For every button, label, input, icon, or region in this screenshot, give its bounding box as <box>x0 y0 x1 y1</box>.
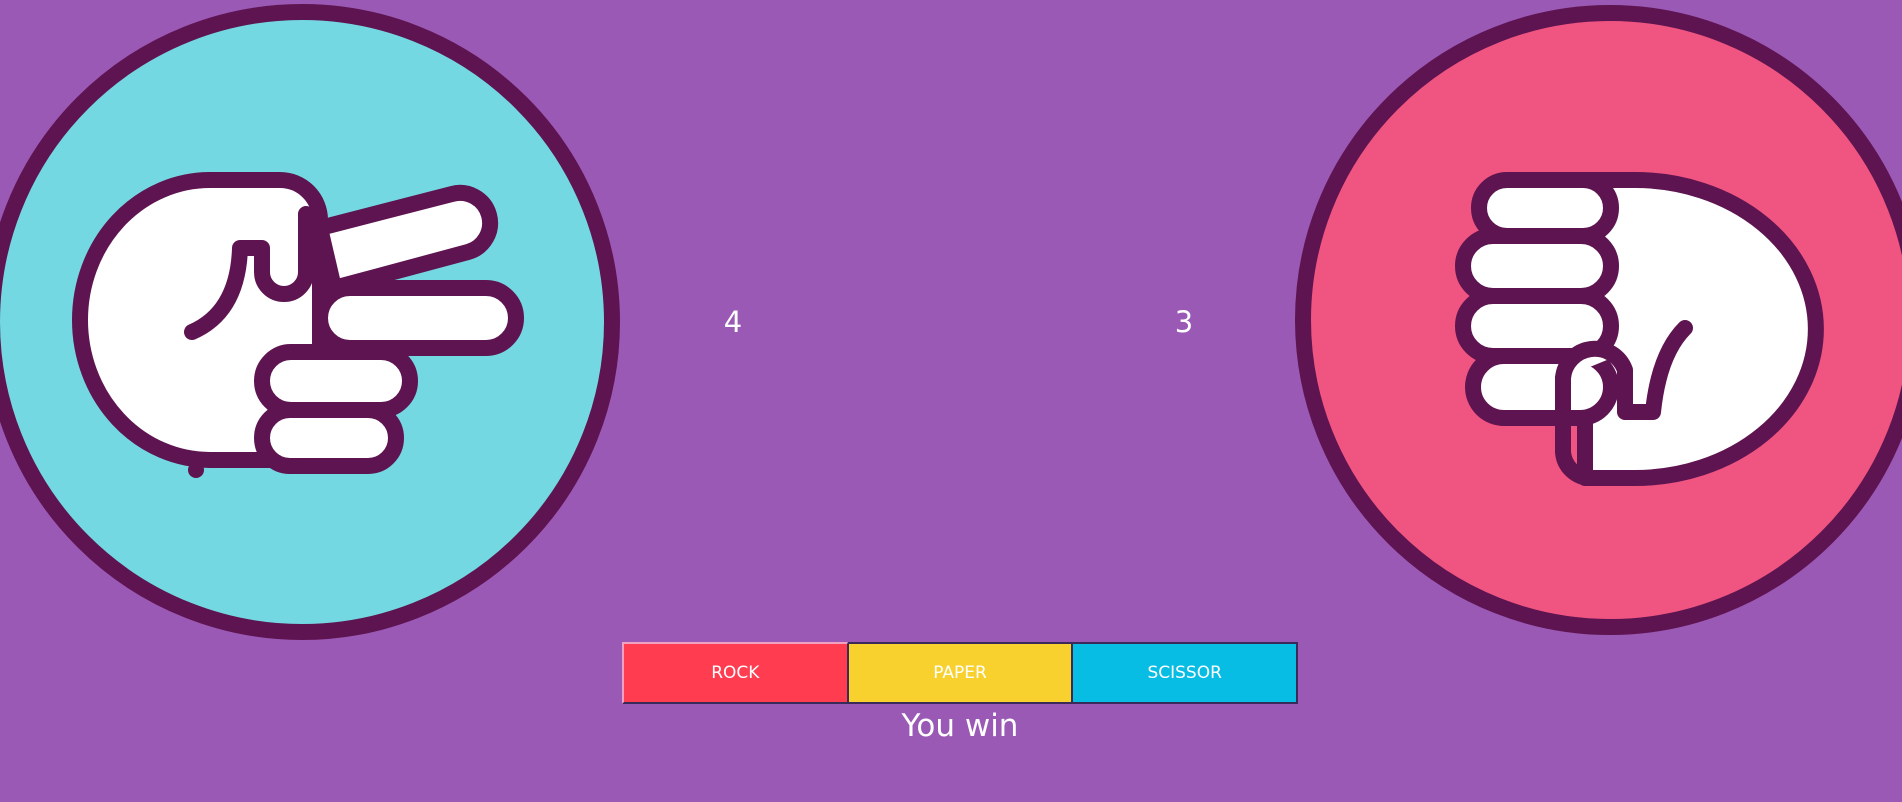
player-hand-display <box>0 4 620 640</box>
cpu-hand-display <box>1295 5 1902 635</box>
result-text: You win <box>901 708 1019 744</box>
scissor-button[interactable]: SCISSOR <box>1072 642 1299 704</box>
cpu-score: 3 <box>1174 305 1194 339</box>
paper-button[interactable]: PAPER <box>847 642 1073 704</box>
choice-buttons: ROCK PAPER SCISSOR <box>622 642 1299 704</box>
rock-button[interactable]: ROCK <box>622 642 848 704</box>
player-score: 4 <box>723 305 743 339</box>
